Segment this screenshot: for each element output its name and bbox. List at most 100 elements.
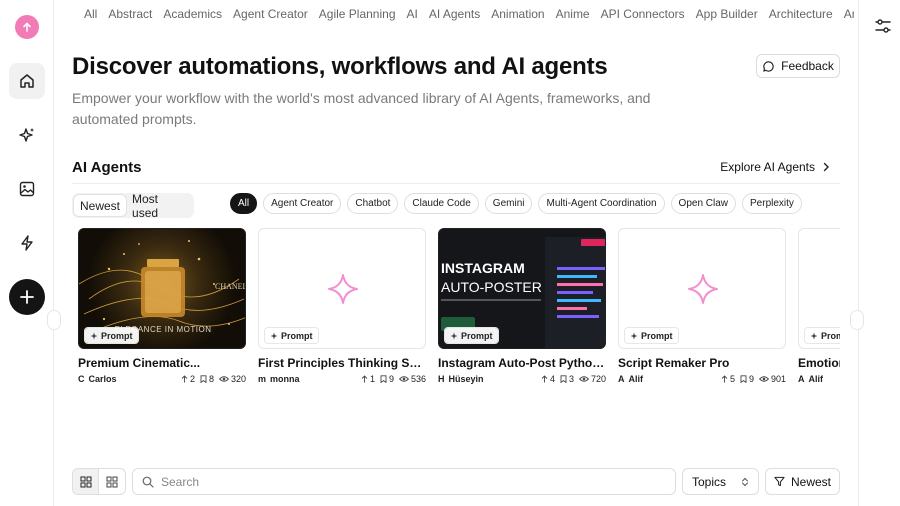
lightning-icon bbox=[21, 235, 33, 251]
avatar: A bbox=[618, 374, 625, 384]
agent-card[interactable]: Prompt Emotion A Alif bbox=[798, 228, 840, 384]
author-name: monna bbox=[270, 374, 300, 384]
card-title: First Principles Thinking System bbox=[258, 356, 426, 370]
agent-card[interactable]: INSTAGRAM AUTO-POSTER Prompt Instagram A… bbox=[438, 228, 606, 384]
category-item[interactable]: Agent Creator bbox=[233, 7, 308, 21]
prompt-badge: Prompt bbox=[265, 328, 318, 343]
avatar: A bbox=[798, 374, 805, 384]
arrow-up-icon bbox=[361, 375, 368, 383]
page-subtitle: Empower your workflow with the world's m… bbox=[72, 90, 651, 127]
card-author[interactable]: m monna bbox=[258, 374, 300, 384]
card-stats: 2 8 320 bbox=[181, 374, 246, 384]
category-strip: All Abstract Academics Agent Creator Agile P… bbox=[84, 7, 854, 23]
search-box bbox=[132, 468, 676, 495]
card-title: Instagram Auto-Post Python B... bbox=[438, 356, 606, 370]
category-item[interactable]: All bbox=[84, 7, 97, 21]
sparkles-icon bbox=[450, 332, 458, 339]
card-thumbnail: Prompt bbox=[258, 228, 426, 349]
plus-icon bbox=[20, 290, 34, 304]
tag-filter: All Agent Creator Chatbot Claude Code Ge… bbox=[230, 193, 802, 214]
card-thumbnail: Prompt bbox=[618, 228, 786, 349]
card-title: Script Remaker Pro bbox=[618, 356, 730, 370]
tag-chip[interactable]: Agent Creator bbox=[263, 193, 342, 214]
category-item[interactable]: App Builder bbox=[696, 7, 758, 21]
card-meta: A Alif 5 9 901 bbox=[618, 374, 786, 384]
topics-label: Topics bbox=[692, 474, 727, 489]
agent-card[interactable]: Prompt Script Remaker Pro A Alif 5 9 901 bbox=[618, 228, 786, 384]
agent-card[interactable]: CHANEL ELEGANCE IN MOTION Prompt Premium… bbox=[78, 228, 246, 384]
tag-chip[interactable]: Open Claw bbox=[670, 193, 737, 214]
category-item[interactable]: API Connectors bbox=[601, 7, 685, 21]
avatar: C bbox=[78, 374, 85, 384]
tag-chip[interactable]: Claude Code bbox=[404, 193, 479, 214]
card-stats: 5 9 901 bbox=[721, 374, 786, 384]
category-item[interactable]: AI Agents bbox=[429, 7, 480, 21]
explore-link[interactable]: Explore AI Agents bbox=[720, 160, 831, 174]
bookmark-icon bbox=[200, 375, 207, 383]
card-thumbnail: INSTAGRAM AUTO-POSTER Prompt bbox=[438, 228, 606, 349]
left-sidebar bbox=[0, 0, 54, 506]
tag-chip[interactable]: Perplexity bbox=[742, 193, 802, 214]
card-meta: m monna 1 9 536 bbox=[258, 374, 426, 384]
card-meta: H Hüseyin 4 3 720 bbox=[438, 374, 606, 384]
feedback-button[interactable]: Feedback bbox=[756, 54, 840, 78]
home-icon bbox=[20, 74, 34, 88]
prompt-badge: Prompt bbox=[445, 328, 498, 343]
filter-icon bbox=[774, 476, 785, 487]
avatar: H bbox=[438, 374, 445, 384]
category-item[interactable]: AI bbox=[407, 7, 418, 21]
agent-cards: CHANEL ELEGANCE IN MOTION Prompt Premium… bbox=[78, 228, 840, 398]
eye-icon bbox=[758, 376, 769, 382]
sparkles-button[interactable] bbox=[9, 117, 45, 153]
card-author[interactable]: H Hüseyin bbox=[438, 374, 484, 384]
view-toggle bbox=[72, 468, 126, 495]
card-author[interactable]: A Alif bbox=[618, 374, 643, 384]
sort-newest[interactable]: Newest bbox=[74, 195, 127, 216]
category-item[interactable]: Animation bbox=[491, 7, 544, 21]
tag-chip[interactable]: Gemini bbox=[484, 193, 533, 214]
category-item[interactable]: Agile Planning bbox=[319, 7, 396, 21]
explore-label: Explore AI Agents bbox=[720, 160, 815, 174]
bookmark-icon bbox=[380, 375, 387, 383]
prompt-badge: Prompt bbox=[85, 328, 138, 343]
card-meta: A Alif bbox=[798, 374, 840, 384]
eye-icon bbox=[578, 376, 589, 382]
card-author[interactable]: C Carlos bbox=[78, 374, 117, 384]
bookmark-icon bbox=[560, 375, 567, 383]
grid-view-button[interactable] bbox=[73, 469, 100, 494]
category-item[interactable]: Abstract bbox=[108, 7, 152, 21]
category-item[interactable]: Academics bbox=[163, 7, 222, 21]
compact-view-button[interactable] bbox=[99, 469, 125, 494]
logo-icon[interactable] bbox=[15, 15, 39, 39]
card-title: Emotion bbox=[798, 356, 840, 370]
sort-button[interactable]: Newest bbox=[765, 468, 840, 495]
sort-toggle: Newest Most used bbox=[72, 192, 194, 220]
tag-chip[interactable]: All bbox=[230, 193, 258, 214]
home-button[interactable] bbox=[9, 63, 45, 99]
card-author[interactable]: A Alif bbox=[798, 374, 823, 384]
sort-label: Newest bbox=[790, 474, 831, 489]
tag-chip[interactable]: Chatbot bbox=[347, 193, 399, 214]
svg-text:CHANEL: CHANEL bbox=[215, 282, 246, 291]
topics-select[interactable]: Topics bbox=[682, 468, 759, 495]
search-input[interactable] bbox=[161, 474, 641, 489]
scroll-right-button[interactable] bbox=[850, 310, 864, 330]
create-button[interactable] bbox=[9, 279, 45, 315]
compact-grid-icon bbox=[106, 476, 118, 487]
tag-chip[interactable]: Multi-Agent Coordination bbox=[538, 193, 665, 214]
author-name: Alif bbox=[808, 374, 824, 384]
chevron-up-down-icon bbox=[742, 477, 748, 486]
eye-icon bbox=[218, 376, 229, 382]
automations-button[interactable] bbox=[9, 225, 45, 261]
images-button[interactable] bbox=[9, 171, 45, 207]
arrow-up-icon bbox=[181, 375, 188, 383]
sort-most-used[interactable]: Most used bbox=[126, 192, 192, 220]
category-item[interactable]: Architecture bbox=[769, 7, 833, 21]
feedback-label: Feedback bbox=[781, 59, 834, 73]
category-item[interactable]: Anime bbox=[556, 7, 590, 21]
sparkles-icon bbox=[630, 332, 638, 339]
scroll-left-button[interactable] bbox=[47, 310, 61, 330]
category-item[interactable]: Art bbox=[844, 7, 854, 21]
filter-settings-icon[interactable] bbox=[874, 17, 892, 35]
agent-card[interactable]: Prompt First Principles Thinking System … bbox=[258, 228, 426, 384]
